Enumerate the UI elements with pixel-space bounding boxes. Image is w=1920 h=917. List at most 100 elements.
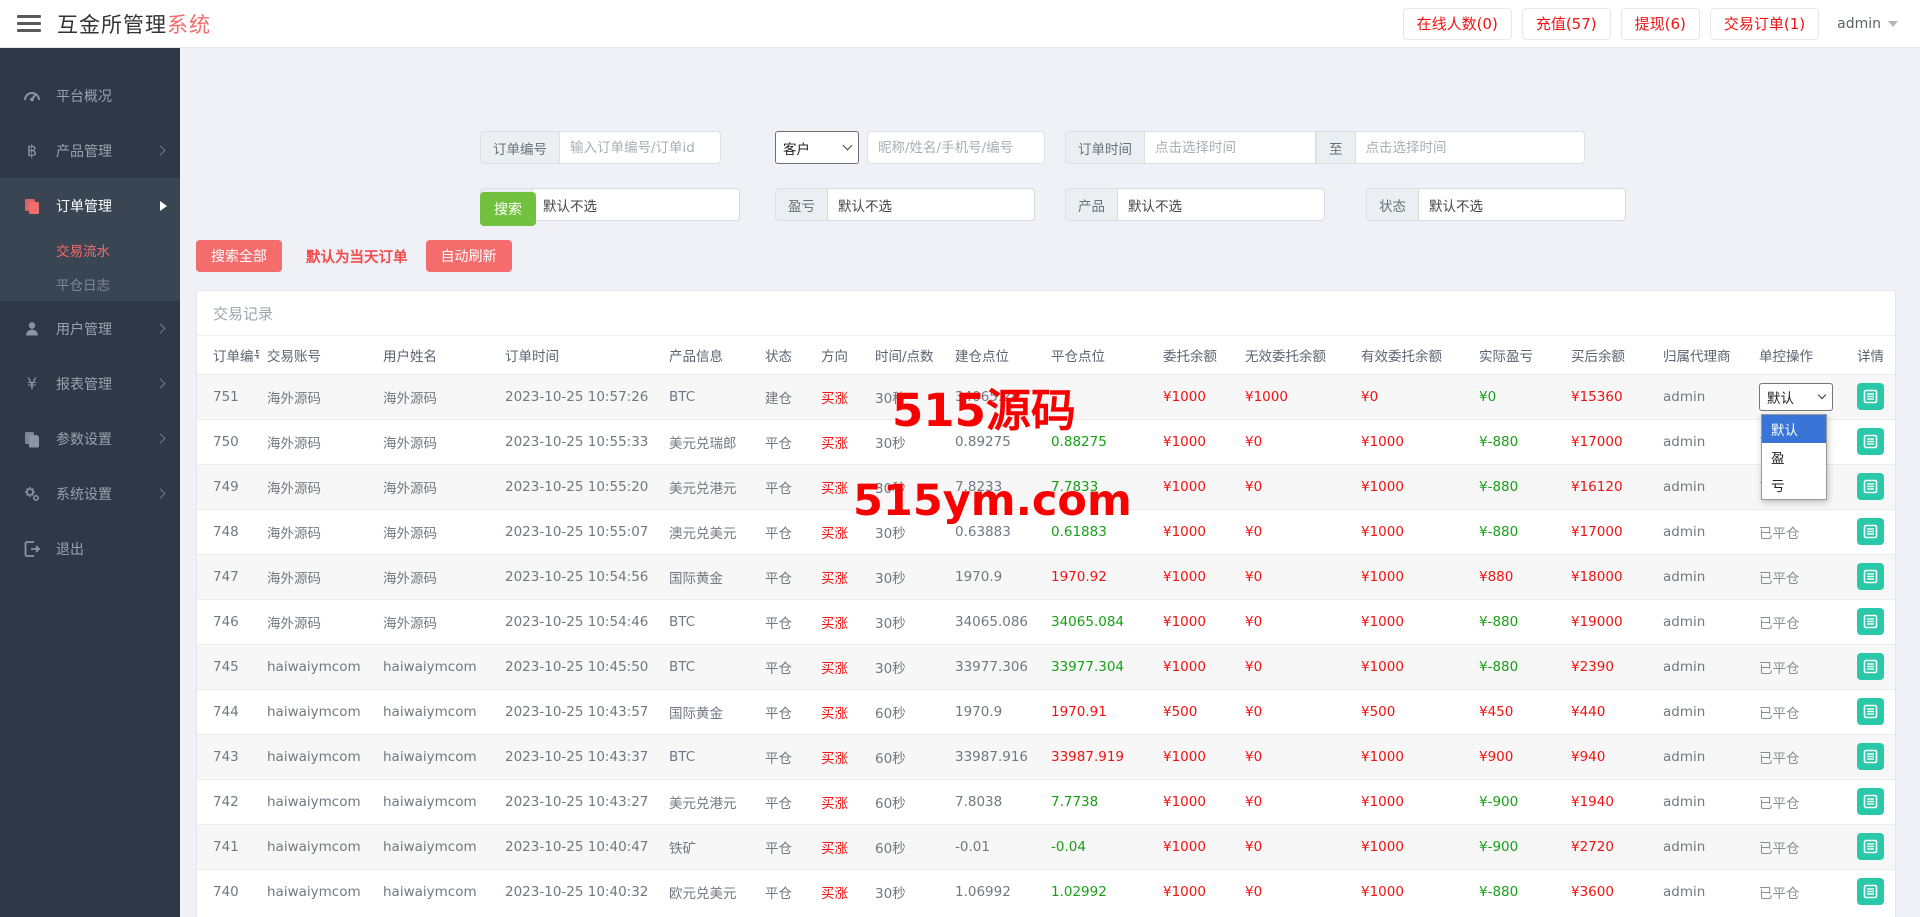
cell-direction: 买涨 xyxy=(813,419,867,464)
sidebar-item-params[interactable]: 参数设置 xyxy=(0,411,180,466)
cell-control: 已平仓 xyxy=(1751,779,1849,824)
cell-after-balance: ¥2390 xyxy=(1563,644,1655,689)
search-all-button[interactable]: 搜索全部 xyxy=(196,240,282,272)
sidebar-group-orders: 订单管理 交易流水 平仓日志 xyxy=(0,178,180,301)
default-today-label[interactable]: 默认为当天订单 xyxy=(306,246,408,267)
cell-valid-entrust: ¥1000 xyxy=(1353,644,1471,689)
detail-button[interactable] xyxy=(1857,833,1884,860)
list-icon xyxy=(1863,839,1878,854)
column-header: 无效委托余额 xyxy=(1237,336,1353,374)
cell-agent: admin xyxy=(1655,689,1751,734)
customer-search-input[interactable] xyxy=(867,131,1045,164)
hamburger-menu-icon[interactable] xyxy=(17,15,41,32)
cell-order-id: 743 xyxy=(197,734,259,779)
sidebar-item-label: 参数设置 xyxy=(56,429,112,449)
order-no-input[interactable] xyxy=(559,131,721,164)
chevron-down-icon xyxy=(843,141,853,151)
control-option[interactable]: 默认 xyxy=(1762,415,1826,443)
app-root: 互金所管理系统 在线人数(0) 充值(57) 提现(6) 交易订单(1) adm… xyxy=(0,0,1920,917)
top-header: 互金所管理系统 在线人数(0) 充值(57) 提现(6) 交易订单(1) adm… xyxy=(0,0,1920,48)
cell-actual-profit: ¥-880 xyxy=(1471,869,1563,914)
cell-entrust-balance: ¥1000 xyxy=(1155,644,1237,689)
control-select[interactable]: 默认 xyxy=(1759,383,1833,411)
trade-orders-button[interactable]: 交易订单(1) xyxy=(1710,8,1819,40)
control-option[interactable]: 盈 xyxy=(1762,443,1826,471)
cell-close-point: 1970.91 xyxy=(1043,689,1155,734)
sidebar-item-reports[interactable]: ¥ 报表管理 xyxy=(0,356,180,411)
sidebar-item-label: 报表管理 xyxy=(56,374,112,394)
cell-entrust-balance: ¥1000 xyxy=(1155,824,1237,869)
cell-open-point: 1970.9 xyxy=(947,554,1043,599)
detail-button[interactable] xyxy=(1857,518,1884,545)
detail-button[interactable] xyxy=(1857,383,1884,410)
detail-button[interactable] xyxy=(1857,473,1884,500)
sidebar-item-system[interactable]: 系统设置 xyxy=(0,466,180,521)
sidebar-item-users[interactable]: 用户管理 xyxy=(0,301,180,356)
profit-select[interactable]: 默认不选 xyxy=(827,188,1035,221)
cell-order-time: 2023-10-25 10:40:32 xyxy=(497,869,661,914)
detail-button[interactable] xyxy=(1857,788,1884,815)
cell-detail xyxy=(1849,689,1895,734)
cell-close-point: 0.88275 xyxy=(1043,419,1155,464)
cell-after-balance: ¥17000 xyxy=(1563,419,1655,464)
detail-button[interactable] xyxy=(1857,698,1884,725)
cell-open-point: 0.63883 xyxy=(947,509,1043,554)
chevron-right-icon xyxy=(156,146,166,156)
order-time-from-input[interactable] xyxy=(1144,131,1316,164)
updown-select[interactable]: 默认不选 xyxy=(532,188,740,221)
sidebar-item-orders[interactable]: 订单管理 xyxy=(0,178,180,233)
cell-product: 国际黄金 xyxy=(661,689,757,734)
customer-type-select[interactable]: 客户 xyxy=(775,131,859,164)
column-header: 单控操作 xyxy=(1751,336,1849,374)
detail-button[interactable] xyxy=(1857,608,1884,635)
status-select[interactable]: 默认不选 xyxy=(1418,188,1626,221)
cell-close-point xyxy=(1043,374,1155,419)
column-header: 状态 xyxy=(757,336,813,374)
sidebar-item-dashboard[interactable]: 平台概况 xyxy=(0,68,180,123)
cell-duration: 30秒 xyxy=(867,464,947,509)
cell-agent: admin xyxy=(1655,824,1751,869)
detail-button[interactable] xyxy=(1857,878,1884,905)
sidebar-subitem-close-log[interactable]: 平仓日志 xyxy=(0,267,180,301)
control-option[interactable]: 亏 xyxy=(1762,471,1826,499)
cell-agent: admin xyxy=(1655,869,1751,914)
trade-table: 订单编号交易账号用户姓名订单时间产品信息状态方向时间/点数建仓点位平仓点位委托余… xyxy=(197,336,1895,914)
cell-status: 平仓 xyxy=(757,779,813,824)
detail-button[interactable] xyxy=(1857,743,1884,770)
cell-valid-entrust: ¥1000 xyxy=(1353,734,1471,779)
list-icon xyxy=(1863,659,1878,674)
cell-valid-entrust: ¥500 xyxy=(1353,689,1471,734)
closed-status-label: 已平仓 xyxy=(1759,661,1800,677)
recharge-button[interactable]: 充值(57) xyxy=(1522,8,1611,40)
column-header: 详情 xyxy=(1849,336,1895,374)
cell-product: 美元兑港元 xyxy=(661,779,757,824)
detail-button[interactable] xyxy=(1857,563,1884,590)
auto-refresh-button[interactable]: 自动刷新 xyxy=(426,240,512,272)
sidebar-item-logout[interactable]: 退出 xyxy=(0,521,180,576)
user-menu[interactable]: admin xyxy=(1829,16,1906,32)
trade-records-panel: 交易记录 订单编号交易账号用户姓名订单时间产品信息状态方向时间/点数建仓点位平仓… xyxy=(196,290,1896,917)
cell-after-balance: ¥1940 xyxy=(1563,779,1655,824)
detail-button[interactable] xyxy=(1857,428,1884,455)
cell-product: BTC xyxy=(661,599,757,644)
sidebar-item-products[interactable]: ฿ 产品管理 xyxy=(0,123,180,178)
withdraw-button[interactable]: 提现(6) xyxy=(1621,8,1700,40)
list-icon xyxy=(1863,434,1878,449)
order-time-to-input[interactable] xyxy=(1355,131,1585,164)
cell-open-point: 7.8233 xyxy=(947,464,1043,509)
app-title: 互金所管理系统 xyxy=(57,9,211,39)
cell-invalid-entrust: ¥0 xyxy=(1237,599,1353,644)
cell-direction: 买涨 xyxy=(813,374,867,419)
detail-button[interactable] xyxy=(1857,653,1884,680)
cell-valid-entrust: ¥1000 xyxy=(1353,599,1471,644)
product-select[interactable]: 默认不选 xyxy=(1117,188,1325,221)
search-button[interactable]: 搜索 xyxy=(480,192,536,226)
column-header: 委托余额 xyxy=(1155,336,1237,374)
logout-icon xyxy=(22,539,42,559)
cell-actual-profit: ¥-880 xyxy=(1471,644,1563,689)
cell-after-balance: ¥940 xyxy=(1563,734,1655,779)
online-users-button[interactable]: 在线人数(0) xyxy=(1403,8,1512,40)
cell-direction: 买涨 xyxy=(813,869,867,914)
cell-account: 海外源码 xyxy=(259,374,375,419)
sidebar-subitem-trade-flow[interactable]: 交易流水 xyxy=(0,233,180,267)
